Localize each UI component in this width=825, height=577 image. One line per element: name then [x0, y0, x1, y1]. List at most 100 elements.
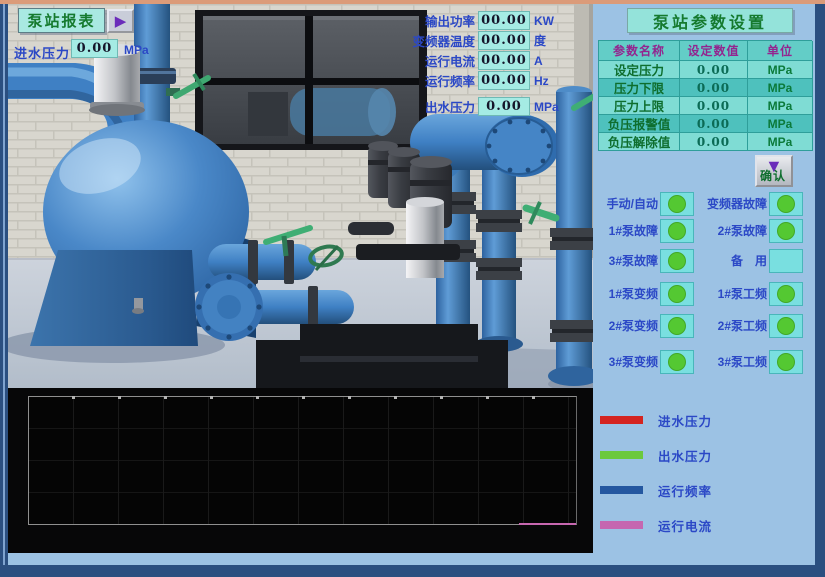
legend-label: 出水压力 — [658, 446, 712, 465]
indicator-label: 3#泵工频 — [695, 353, 767, 370]
metric-value: 00.00 — [478, 71, 530, 90]
hmi-screen: 泵站报表 ▶ 进水压力 0.00 MPa 输出功率 00.00 KW 变频器温度… — [0, 0, 825, 577]
confirm-button[interactable]: ▼ 确认 — [755, 155, 793, 187]
indicator-label: 1#泵变频 — [597, 285, 658, 302]
status-lamp-pump2-vfd — [660, 314, 694, 338]
outlet-pressure-value: 0.00 — [478, 97, 530, 116]
inlet-pressure-unit: MPa — [124, 43, 149, 57]
tank-pedestal — [30, 250, 198, 346]
metric-unit: Hz — [534, 74, 549, 88]
indicator-label: 1#泵故障 — [597, 222, 658, 239]
metric-row-run-frequency: 运行频率 00.00 Hz — [411, 71, 591, 90]
indicator-label: 备 用 — [695, 252, 767, 269]
indicator-row: 3#泵变频 3#泵工频 — [597, 349, 815, 374]
param-unit: MPa — [748, 115, 813, 133]
metric-unit: A — [534, 54, 543, 68]
legend-swatch-run-current — [600, 521, 643, 529]
inlet-pressure-value: 0.00 — [71, 39, 118, 58]
settings-title: 泵站参数设置 — [627, 8, 793, 33]
screen-content: 泵站报表 ▶ 进水压力 0.00 MPa 输出功率 00.00 KW 变频器温度… — [8, 4, 815, 565]
settings-table: 参数名称 设定数值 单位 设定压力 0.00 MPa 压力下限 0.00 MPa… — [598, 40, 812, 151]
status-lamp-pump3-vfd — [660, 350, 694, 374]
trend-chart-panel — [8, 388, 593, 553]
legend-item: 进水压力 — [600, 413, 712, 427]
status-lamp-pump1-vfd — [660, 282, 694, 306]
indicator-row: 3#泵故障 备 用 — [597, 248, 815, 273]
status-indicators: 手动/自动 变频器故障 1#泵故障 2#泵故障 3#泵故障 备 用 — [597, 191, 815, 378]
indicator-row: 2#泵变频 2#泵工频 — [597, 313, 815, 338]
metric-value: 00.00 — [478, 11, 530, 30]
indicator-label: 手动/自动 — [597, 195, 658, 212]
param-value-input[interactable]: 0.00 — [680, 115, 748, 133]
chart-legend: 进水压力 出水压力 运行频率 运行电流 — [600, 413, 712, 553]
indicator-label: 1#泵工频 — [695, 285, 767, 302]
legend-swatch-inlet-pressure — [600, 416, 643, 424]
metric-row-run-current: 运行电流 00.00 A — [411, 51, 591, 70]
left-bevel — [3, 4, 5, 565]
run-current-trace — [519, 523, 576, 525]
metric-label: 运行电流 — [411, 51, 475, 70]
metric-unit: 度 — [534, 32, 546, 49]
legend-item: 运行电流 — [600, 518, 712, 532]
indicator-row: 手动/自动 变频器故障 — [597, 191, 815, 216]
outlet-pressure-label: 出水压力 — [411, 97, 475, 116]
indicator-label: 3#泵变频 — [597, 353, 658, 370]
metric-value: 00.00 — [478, 51, 530, 70]
legend-label: 运行电流 — [658, 516, 712, 535]
metric-value: 00.00 — [478, 31, 530, 50]
report-button[interactable]: 泵站报表 — [18, 8, 105, 33]
param-name: 压力下限 — [599, 79, 680, 97]
metric-label: 变频器温度 — [411, 31, 475, 50]
param-name: 负压报警值 — [599, 115, 680, 133]
outlet-pressure-row: 出水压力 0.00 MPa — [411, 97, 559, 116]
param-unit: MPa — [748, 79, 813, 97]
col-header-value: 设定数值 — [680, 41, 748, 61]
param-value-input[interactable]: 0.00 — [680, 61, 748, 79]
outlet-pressure-unit: MPa — [534, 100, 559, 114]
status-lamp-pump1-mains — [769, 282, 803, 306]
param-unit: MPa — [748, 61, 813, 79]
legend-swatch-outlet-pressure — [600, 451, 643, 459]
param-name: 压力上限 — [599, 97, 680, 115]
status-lamp-spare — [769, 249, 803, 273]
indicator-row: 1#泵变频 1#泵工频 — [597, 281, 815, 306]
indicator-label: 2#泵变频 — [597, 317, 658, 334]
indicator-label: 2#泵故障 — [695, 222, 767, 239]
play-icon: ▶ — [115, 14, 127, 29]
status-lamp-pump3-mains — [769, 350, 803, 374]
param-name: 设定压力 — [599, 61, 680, 79]
status-lamp-pump3-fault — [660, 249, 694, 273]
inlet-pressure-label: 进水压力 — [14, 43, 70, 62]
legend-item: 运行频率 — [600, 483, 712, 497]
param-value-input[interactable]: 0.00 — [680, 133, 748, 151]
plot-tick-marks — [29, 396, 576, 399]
param-name: 负压解除值 — [599, 133, 680, 151]
status-lamp-pump1-fault — [660, 219, 694, 243]
trend-plot-area — [28, 396, 577, 525]
param-unit: MPa — [748, 97, 813, 115]
col-header-unit: 单位 — [748, 41, 813, 61]
param-unit: MPa — [748, 133, 813, 151]
status-lamp-vfd-fault — [769, 192, 803, 216]
pump-station-3d-view: 泵站报表 ▶ 进水压力 0.00 MPa 输出功率 00.00 KW 变频器温度… — [8, 4, 593, 388]
metric-row-inverter-temp: 变频器温度 00.00 度 — [411, 31, 591, 50]
indicator-label: 2#泵工频 — [695, 317, 767, 334]
legend-label: 进水压力 — [658, 411, 712, 430]
confirm-label: 确认 — [760, 167, 786, 184]
metric-readouts: 输出功率 00.00 KW 变频器温度 00.00 度 运行电流 00.00 A… — [411, 11, 591, 91]
param-value-input[interactable]: 0.00 — [680, 97, 748, 115]
report-play-button[interactable]: ▶ — [107, 9, 134, 33]
metric-label: 输出功率 — [411, 11, 475, 30]
status-lamp-pump2-mains — [769, 314, 803, 338]
metric-unit: KW — [534, 14, 554, 28]
window — [195, 10, 427, 150]
param-value-input[interactable]: 0.00 — [680, 79, 748, 97]
status-lamp-manual-auto — [660, 192, 694, 216]
metric-row-output-power: 输出功率 00.00 KW — [411, 11, 591, 30]
indicator-label: 变频器故障 — [695, 195, 767, 212]
legend-label: 运行频率 — [658, 481, 712, 500]
parameter-panel: 泵站参数设置 参数名称 设定数值 单位 设定压力 0.00 MPa 压力下限 0… — [597, 4, 815, 565]
legend-swatch-run-frequency — [600, 486, 643, 494]
indicator-row: 1#泵故障 2#泵故障 — [597, 218, 815, 243]
status-lamp-pump2-fault — [769, 219, 803, 243]
